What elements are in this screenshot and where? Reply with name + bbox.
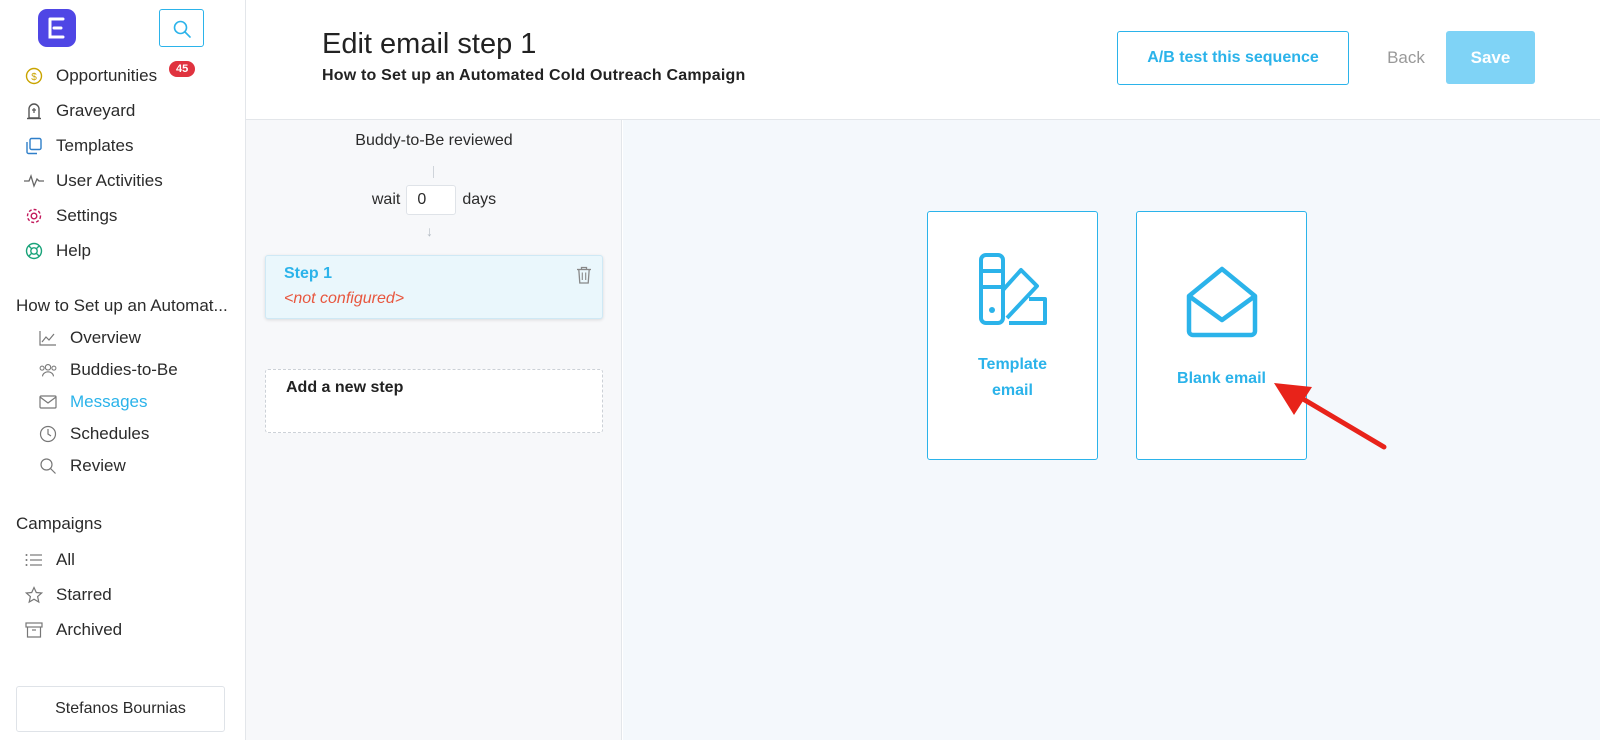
campaign-nav-overview-label: Overview <box>70 328 141 347</box>
dollar-circle-icon: $ <box>24 66 44 86</box>
step-status: <not configured> <box>284 290 405 307</box>
back-button[interactable]: Back <box>1366 44 1446 72</box>
app-logo[interactable] <box>38 9 76 47</box>
sequence-trigger-label: Buddy-to-Be reviewed <box>355 132 513 149</box>
user-account-button[interactable]: Stefanos Bournias <box>16 686 225 732</box>
search-icon <box>173 20 191 38</box>
page-subtitle: How to Set up an Automated Cold Outreach… <box>322 67 746 84</box>
campaigns-nav-all[interactable]: All <box>24 545 75 575</box>
opportunities-count-badge: 45 <box>169 61 196 77</box>
template-email-label-line2: email <box>992 382 1033 399</box>
current-campaign-title: How to Set up an Automat... <box>16 296 228 315</box>
user-name: Stefanos Bournias <box>55 700 186 717</box>
step-name: Step 1 <box>284 265 333 282</box>
campaigns-section-title: Campaigns <box>16 514 102 533</box>
sequence-steps-panel: Buddy-to-Be reviewed wait 0 days ↓ Step … <box>246 120 622 740</box>
wait-prefix: wait <box>371 191 401 208</box>
nav-settings-label: Settings <box>56 206 118 225</box>
trash-icon[interactable] <box>576 266 592 289</box>
campaigns-nav-archived-label: Archived <box>56 620 123 639</box>
page-title: Edit email step 1 <box>322 28 537 60</box>
gear-icon <box>24 206 44 226</box>
logo-mark-icon <box>48 17 65 39</box>
open-envelope-icon <box>1137 266 1306 338</box>
nav-help[interactable]: Help <box>24 236 91 266</box>
campaigns-nav-starred-label: Starred <box>56 585 112 604</box>
add-step-label: Add a new step <box>286 379 404 396</box>
template-email-label: Template email <box>928 352 1097 404</box>
page-header: Edit email step 1 How to Set up an Autom… <box>246 0 1600 120</box>
annotation-arrow-icon <box>1274 383 1387 450</box>
campaign-nav-buddies-to-be-label: Buddies-to-Be <box>70 360 178 379</box>
connector-line <box>433 166 434 178</box>
nav-templates-label: Templates <box>56 136 134 155</box>
save-button[interactable]: Save <box>1446 31 1535 84</box>
nav-settings[interactable]: Settings <box>24 201 117 231</box>
chart-line-icon <box>38 328 58 348</box>
activity-pulse-icon <box>24 171 44 191</box>
step-card-1[interactable]: Step 1 <not configured> <box>265 255 603 319</box>
arrow-down-icon: ↓ <box>426 223 433 239</box>
svg-text:$: $ <box>31 72 37 83</box>
campaign-nav-overview[interactable]: Overview <box>38 324 141 352</box>
nav-graveyard[interactable]: Graveyard <box>24 96 135 126</box>
campaign-nav-messages-label: Messages <box>70 392 148 411</box>
campaigns-nav-starred[interactable]: Starred <box>24 580 112 610</box>
campaign-nav-schedules[interactable]: Schedules <box>38 420 149 448</box>
magnifier-icon <box>38 456 58 476</box>
add-step-button[interactable]: Add a new step <box>265 369 603 433</box>
template-email-label-line1: Template <box>977 356 1048 373</box>
envelope-icon <box>38 392 58 412</box>
clock-icon <box>38 424 58 444</box>
campaign-nav-review-label: Review <box>70 456 126 475</box>
nav-help-label: Help <box>56 241 91 260</box>
nav-templates[interactable]: Templates <box>24 131 133 161</box>
archive-box-icon <box>24 620 44 640</box>
wait-suffix: days <box>462 191 497 208</box>
campaigns-nav-archived[interactable]: Archived <box>24 615 122 645</box>
campaign-nav-messages[interactable]: Messages <box>38 388 147 416</box>
tombstone-icon <box>24 101 44 121</box>
color-swatches-icon <box>928 252 1097 326</box>
campaign-nav-buddies-to-be[interactable]: Buddies-to-Be <box>38 356 178 384</box>
nav-user-activities-label: User Activities <box>56 171 163 190</box>
campaigns-nav-all-label: All <box>56 550 75 569</box>
templates-icon <box>24 136 44 156</box>
template-email-card[interactable]: Template email <box>927 211 1098 460</box>
people-icon <box>38 360 58 380</box>
nav-graveyard-label: Graveyard <box>56 101 136 120</box>
wait-delay-row: wait 0 days <box>246 185 622 215</box>
star-icon <box>24 585 44 605</box>
campaign-nav-review[interactable]: Review <box>38 452 126 480</box>
wait-days-input[interactable]: 0 <box>406 185 457 215</box>
ab-test-button[interactable]: A/B test this sequence <box>1117 31 1349 85</box>
nav-opportunities[interactable]: $ Opportunities <box>24 61 157 91</box>
lifebuoy-icon <box>24 241 44 261</box>
campaign-nav-schedules-label: Schedules <box>70 424 150 443</box>
search-button[interactable] <box>159 9 204 47</box>
email-type-chooser: Template email Blank email <box>623 120 1600 740</box>
nav-user-activities[interactable]: User Activities <box>24 166 163 196</box>
nav-opportunities-label: Opportunities <box>56 66 158 85</box>
list-icon <box>24 550 44 570</box>
sidebar: $ Opportunities 45 Graveyard Templates U… <box>0 0 246 740</box>
